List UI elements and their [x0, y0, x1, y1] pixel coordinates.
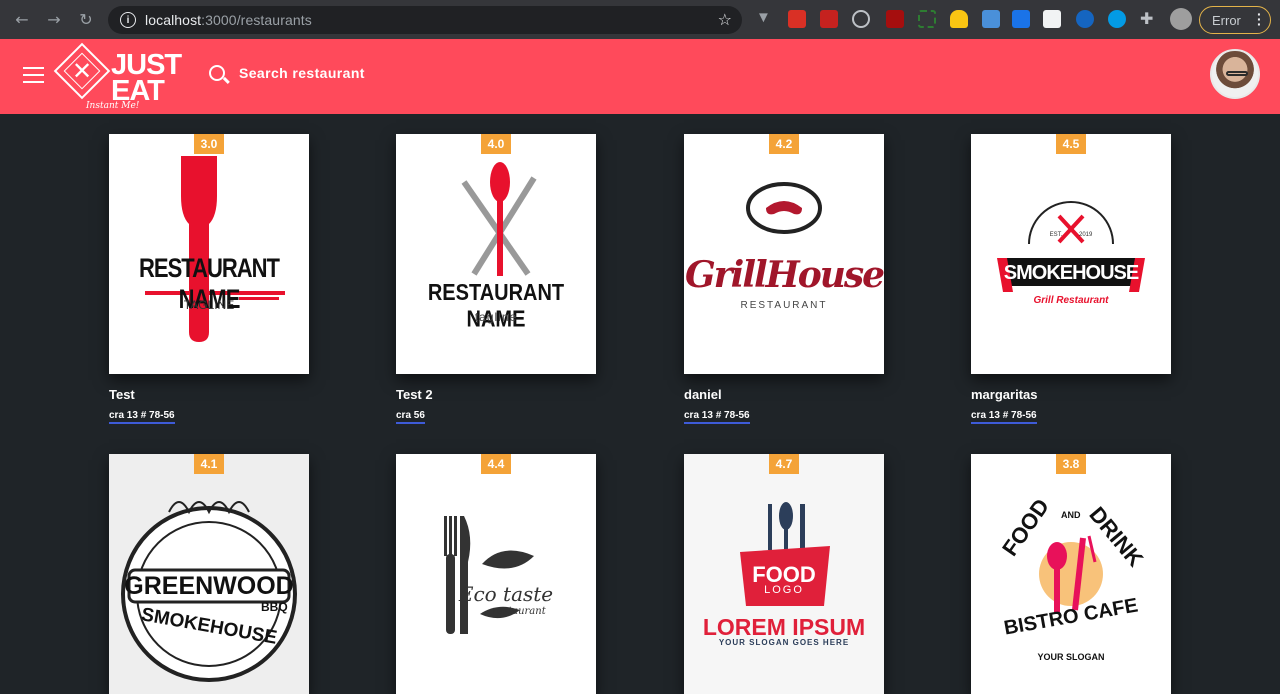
logo-tagline: tagline [474, 310, 518, 324]
logo-extra: BBQ [261, 600, 288, 614]
restaurant-card[interactable]: 4.5 EST. 2019 SMOKEHOUSE Grill Restauran… [971, 134, 1171, 424]
restaurant-card[interactable]: 4.1 GREENWOOD SMOKEHOUSE BBQ [109, 454, 309, 694]
rating-badge: 3.0 [194, 134, 224, 154]
puzzle-extension-icon[interactable]: ✚ [1140, 9, 1158, 28]
logo-est: EST. 2019 [1049, 232, 1093, 238]
profile-avatar-icon[interactable] [1170, 8, 1192, 30]
cutlery-logo-icon [461, 162, 537, 276]
logo-extra: LOREM IPSUM [702, 614, 866, 640]
blue-extension-icon[interactable] [982, 10, 1000, 28]
rating-badge: 4.4 [481, 454, 511, 474]
infinity-extension-icon[interactable] [1108, 10, 1126, 28]
ghost-extension-icon[interactable] [950, 10, 968, 28]
smokehouse-logo-icon [997, 201, 1145, 292]
vivaldi-extension-icon[interactable]: ▼ [756, 9, 774, 27]
zip-extension-icon[interactable] [1012, 10, 1030, 28]
restaurant-grid: 3.0 RESTAURANT NAME TAGLINE Test cra 13 … [0, 114, 1280, 694]
url-text: localhost:3000/restaurants [145, 12, 312, 28]
restaurant-name[interactable]: Test 2 [396, 387, 596, 402]
logo-title: SMOKEHOUSE [1003, 262, 1139, 284]
rating-badge: 4.7 [769, 454, 799, 474]
app-header: ✕ JUST EAT Instant Me! Search restaurant [0, 39, 1280, 114]
logo-slogan: YOUR SLOGAN [1037, 652, 1105, 662]
rating-badge: 4.0 [481, 134, 511, 154]
restaurant-address: cra 13 # 78-56 [109, 410, 309, 424]
search-icon [209, 65, 225, 81]
restaurant-name[interactable]: margaritas [971, 387, 1171, 402]
hamburger-menu-icon[interactable] [23, 67, 44, 83]
restaurant-logo-image[interactable]: 3.8 FOOD AND DRINK BISTRO CAFE YOUR SLOG… [971, 454, 1171, 694]
selection-extension-icon[interactable] [918, 10, 936, 28]
restaurant-logo-image[interactable]: 4.4 Eco taste restaurant [396, 454, 596, 694]
restaurant-card[interactable]: 4.0 RESTAURANT NAME tagline Test 2 cra 5… [396, 134, 596, 424]
restaurant-name[interactable]: daniel [684, 387, 884, 402]
search-restaurant[interactable]: Search restaurant [209, 65, 365, 81]
restaurant-address: cra 56 [396, 410, 596, 424]
restaurant-card[interactable]: 4.2 GrillHouse RESTAURANT daniel cra 13 … [684, 134, 884, 424]
logo-tagline: RESTAURANT [740, 300, 828, 311]
logo-title: GREENWOOD [124, 572, 294, 600]
restaurant-address: cra 13 # 78-56 [684, 410, 884, 424]
site-info-icon[interactable]: i [120, 12, 136, 28]
restaurant-logo-image[interactable]: 4.5 EST. 2019 SMOKEHOUSE Grill Restauran… [971, 134, 1171, 374]
restaurant-card[interactable]: 3.0 RESTAURANT NAME TAGLINE Test cra 13 … [109, 134, 309, 424]
brand-tagline: Instant Me! [86, 101, 140, 111]
w-extension-icon[interactable] [1043, 10, 1061, 28]
menu-dots-icon[interactable]: · · · [1257, 7, 1262, 31]
profile-error-button[interactable]: Error · · · [1199, 6, 1271, 34]
logo-tagline: TAGLINE [183, 298, 235, 312]
restaurant-logo-image[interactable]: 4.2 GrillHouse RESTAURANT [684, 134, 884, 374]
ublock-extension-icon[interactable] [886, 10, 904, 28]
logo-title: RESTAURANT NAME [427, 280, 565, 333]
reload-icon[interactable]: ↻ [75, 9, 97, 31]
logo-tagline: LOGO [764, 584, 804, 596]
rating-badge: 4.1 [194, 454, 224, 474]
rating-badge: 4.5 [1056, 134, 1086, 154]
restaurant-logo-image[interactable]: 4.0 RESTAURANT NAME tagline [396, 134, 596, 374]
red-extension-icon[interactable] [820, 10, 838, 28]
restaurant-card[interactable]: 4.7 FOOD LOGO LOREM IPSUM YOUR SLOGAN GO… [684, 454, 884, 694]
restaurant-logo-image[interactable]: 4.1 GREENWOOD SMOKEHOUSE BBQ [109, 454, 309, 694]
restaurant-address: cra 13 # 78-56 [971, 410, 1171, 424]
eco-cutlery-icon [444, 516, 534, 634]
restaurant-card[interactable]: 4.4 Eco taste restaurant [396, 454, 596, 694]
user-avatar[interactable] [1210, 49, 1260, 99]
search-label: Search restaurant [239, 65, 365, 81]
logo-title: GrillHouse [684, 254, 884, 296]
browser-toolbar: ← → ↻ i localhost:3000/restaurants ☆ ▼ ✚… [0, 0, 1280, 39]
brand-logo[interactable]: ✕ JUST EAT Instant Me! [53, 42, 206, 113]
bookmark-star-icon[interactable]: ☆ [718, 10, 732, 29]
rating-badge: 3.8 [1056, 454, 1086, 474]
cors-extension-icon[interactable] [788, 10, 806, 28]
rating-badge: 4.2 [769, 134, 799, 154]
forward-icon[interactable]: → [43, 9, 65, 31]
restaurant-logo-image[interactable]: 4.7 FOOD LOGO LOREM IPSUM YOUR SLOGAN GO… [684, 454, 884, 694]
logo-slogan: YOUR SLOGAN GOES HERE [718, 638, 850, 647]
address-bar[interactable]: i localhost:3000/restaurants ☆ [108, 6, 742, 34]
logo-title: Eco taste [458, 582, 554, 606]
logo-and: AND [1061, 510, 1081, 520]
back-icon[interactable]: ← [11, 9, 33, 31]
restaurant-logo-image[interactable]: 3.0 RESTAURANT NAME TAGLINE [109, 134, 309, 374]
fork-knife-icon: ✕ [72, 57, 93, 85]
logo-tagline: Grill Restaurant [1033, 295, 1109, 306]
target-extension-icon[interactable] [852, 10, 870, 28]
circle-extension-icon[interactable] [1076, 10, 1094, 28]
restaurant-card[interactable]: 3.8 FOOD AND DRINK BISTRO CAFE YOUR SLOG… [971, 454, 1171, 694]
restaurant-name[interactable]: Test [109, 387, 309, 402]
logo-tagline: restaurant [492, 606, 546, 617]
